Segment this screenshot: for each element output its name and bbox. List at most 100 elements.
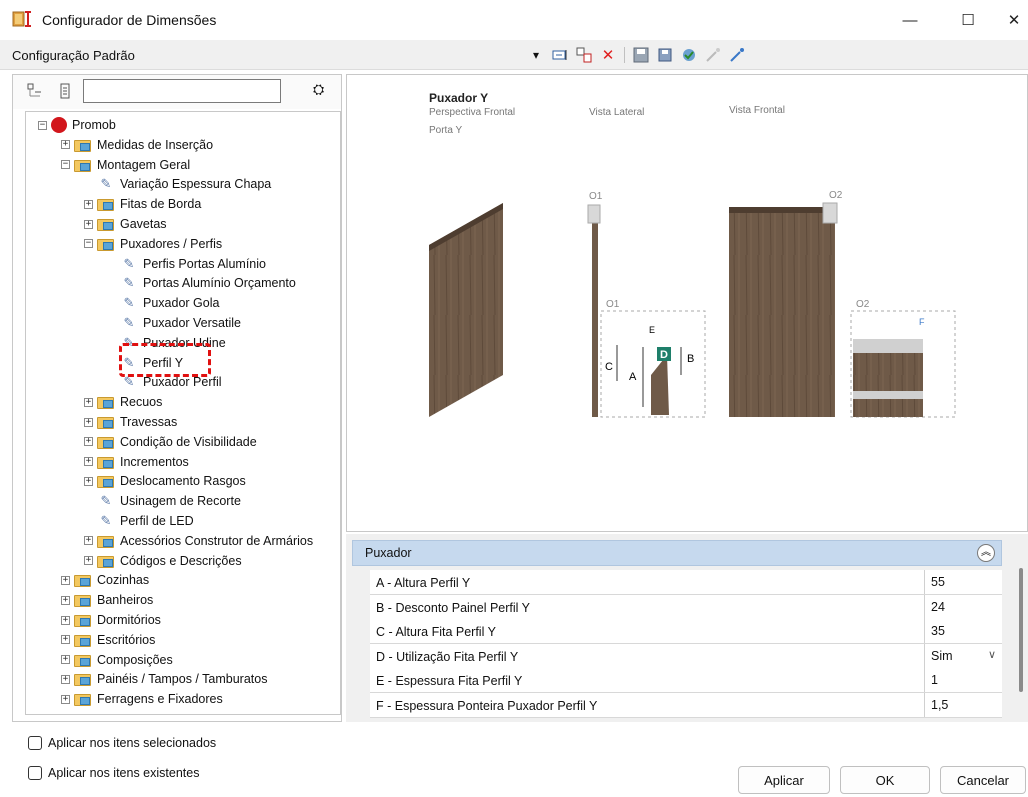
tree-node[interactable]: + Condição de Visibilidade (84, 432, 257, 452)
property-value[interactable]: 1 (924, 668, 1002, 693)
property-value[interactable]: 1,5 (924, 693, 1002, 717)
checkbox-box[interactable] (28, 766, 42, 780)
tree-node[interactable]: ✎ Variação Espessura Chapa (84, 174, 272, 194)
tree-node[interactable]: + Composições (61, 650, 173, 670)
tree-node[interactable]: ✎ Perfis Portas Alumínio (107, 254, 266, 274)
apply-button[interactable]: Aplicar (738, 766, 830, 794)
folder-table-icon (97, 455, 115, 469)
expand-icon[interactable]: + (84, 417, 93, 427)
expand-icon[interactable]: + (61, 615, 70, 625)
property-label: F - Espessura Ponteira Puxador Perfil Y (376, 699, 598, 713)
expand-icon[interactable]: + (84, 476, 93, 486)
tree-node[interactable]: ✎ Puxador Gola (107, 293, 220, 313)
group-header-puxador[interactable]: Puxador ︽ (352, 540, 1002, 566)
expand-icon[interactable]: + (61, 655, 70, 665)
tree-node[interactable]: − Promob (38, 115, 116, 135)
tree-node-label: Incrementos (120, 454, 189, 469)
tree-node[interactable]: + Travessas (84, 412, 177, 432)
expand-icon[interactable]: + (61, 635, 70, 645)
checkbox-box[interactable] (28, 736, 42, 750)
property-value[interactable]: Sim ∨ (924, 643, 1002, 668)
tree-node[interactable]: − Montagem Geral (61, 155, 190, 175)
tree-node[interactable]: ✎ Usinagem de Recorte (84, 491, 241, 511)
maximize-button[interactable]: ☐ (948, 6, 988, 34)
folder-grid (80, 142, 90, 151)
tree-node[interactable]: + Códigos e Descrições (84, 551, 242, 571)
tree-node[interactable]: + Fitas de Borda (84, 194, 201, 214)
tree-node[interactable]: + Deslocamento Rasgos (84, 471, 246, 491)
tree-node[interactable]: ✎ Portas Alumínio Orçamento (107, 273, 296, 293)
save-icon[interactable] (633, 47, 649, 63)
copy-config-icon[interactable] (576, 47, 592, 63)
tree-node[interactable]: + Cozinhas (61, 570, 149, 590)
tree-node[interactable]: + Dormitórios (61, 610, 161, 630)
collapse-icon[interactable]: − (84, 239, 93, 249)
dropdown-arrow-icon[interactable]: ▾ (528, 47, 544, 63)
rename-icon[interactable] (552, 47, 568, 63)
wand-icon[interactable] (729, 47, 745, 63)
expand-icon[interactable]: + (84, 437, 93, 447)
expand-icon[interactable]: + (84, 219, 93, 229)
close-button[interactable]: ✕ (1000, 6, 1028, 34)
apply-selected-label: Aplicar nos itens selecionados (48, 736, 217, 750)
delete-icon[interactable]: ✕ (600, 47, 616, 64)
property-row[interactable]: D - Utilização Fita Perfil Y Sim ∨ (370, 643, 1002, 669)
properties-scrollbar[interactable] (1019, 568, 1023, 692)
collapse-icon[interactable]: − (61, 160, 70, 170)
expand-icon[interactable]: + (84, 457, 93, 467)
properties-panel: Puxador ︽ A - Altura Perfil Y 55 B - Desco… (346, 534, 1028, 722)
apply-selected-checkbox[interactable]: Aplicar nos itens selecionados (28, 734, 328, 752)
property-row[interactable]: B - Desconto Painel Perfil Y 24 (370, 594, 1002, 620)
cancel-button[interactable]: Cancelar (940, 766, 1026, 794)
tree-node[interactable]: + Painéis / Tampos / Tamburatos (61, 669, 267, 689)
ok-button[interactable]: OK (840, 766, 930, 794)
wand-disabled-icon[interactable] (705, 47, 721, 63)
tree-node[interactable]: + Acessórios Construtor de Armários (84, 531, 313, 551)
collapse-all-icon[interactable] (57, 83, 73, 99)
collapse-icon[interactable]: − (38, 120, 47, 130)
property-value[interactable]: 55 (924, 570, 1002, 594)
expand-icon[interactable]: + (84, 536, 93, 546)
tree-node-label: Composições (97, 652, 173, 667)
lateral-view: O1 (587, 191, 603, 417)
apply-existing-checkbox[interactable]: Aplicar nos itens existentes (28, 764, 328, 782)
tree-node[interactable]: + Ferragens e Fixadores (61, 689, 223, 709)
tree-node[interactable]: + Banheiros (61, 590, 153, 610)
expand-icon[interactable]: + (61, 595, 70, 605)
perspective-door (429, 203, 503, 417)
tree-node[interactable]: + Medidas de Inserção (61, 135, 213, 155)
validate-icon[interactable] (681, 47, 697, 63)
folder-table-icon (74, 672, 92, 687)
expand-icon[interactable]: + (84, 556, 93, 566)
property-value[interactable]: 24 (924, 594, 1002, 619)
pen-icon: ✎ (123, 275, 135, 291)
collapse-up-icon[interactable]: ︽ (977, 544, 995, 562)
tree-node[interactable]: + Recuos (84, 392, 162, 412)
binoculars-icon[interactable]: ⛭ (313, 81, 324, 98)
tree-node[interactable]: − Puxadores / Perfis (84, 234, 222, 254)
property-row[interactable]: F - Espessura Ponteira Puxador Perfil Y 1… (370, 693, 1002, 718)
save-as-icon[interactable] (657, 47, 673, 63)
expand-icon[interactable]: + (61, 694, 70, 704)
minimize-button[interactable]: — (890, 6, 930, 34)
tree-node[interactable]: + Gavetas (84, 214, 167, 234)
tree-node[interactable]: + Incrementos (84, 452, 189, 472)
property-row[interactable]: E - Espessura Fita Perfil Y 1 (370, 668, 1002, 694)
expand-icon[interactable]: + (61, 674, 70, 684)
expand-icon[interactable]: + (61, 575, 70, 585)
marker-o1-label: O1 (589, 191, 603, 202)
tree-node[interactable]: ✎ Perfil de LED (84, 511, 194, 531)
tree-search-input[interactable] (83, 79, 281, 103)
expand-all-icon[interactable] (27, 83, 43, 99)
tree-node-label: Montagem Geral (97, 157, 191, 172)
tree-node[interactable]: ✎ Puxador Versatile (107, 313, 241, 333)
chevron-down-icon[interactable]: ∨ (988, 648, 996, 661)
expand-icon[interactable]: + (84, 199, 93, 209)
pen-icon: ✎ (100, 493, 112, 509)
property-row[interactable]: A - Altura Perfil Y 55 (370, 570, 1002, 595)
property-value[interactable]: 35 (924, 619, 1002, 644)
tree-node[interactable]: + Escritórios (61, 630, 155, 650)
expand-icon[interactable]: + (84, 397, 93, 407)
property-row[interactable]: C - Altura Fita Perfil Y 35 (370, 619, 1002, 645)
expand-icon[interactable]: + (61, 140, 70, 150)
